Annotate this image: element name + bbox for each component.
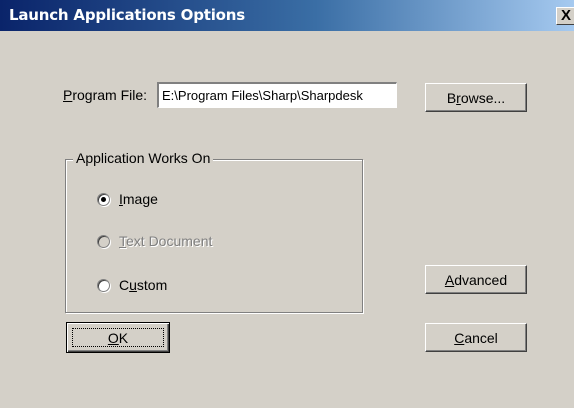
image-radio-label[interactable]: Image (119, 191, 158, 207)
text-document-radio-label: Text Document (119, 233, 213, 249)
application-works-on-group (65, 159, 363, 313)
focus-rectangle (72, 328, 164, 347)
close-button[interactable]: X (556, 7, 574, 25)
program-file-input[interactable] (159, 84, 396, 106)
cancel-button[interactable]: Cancel (425, 323, 527, 352)
program-file-field-frame[interactable] (157, 82, 397, 108)
dialog-title: Launch Applications Options (9, 6, 245, 24)
custom-radio[interactable] (97, 279, 110, 292)
title-bar[interactable]: Launch Applications Options (0, 0, 574, 31)
selected-dot-icon (101, 197, 106, 202)
program-file-label: Program File: (63, 87, 148, 103)
close-icon: X (560, 7, 571, 24)
browse-button[interactable]: Br owse... (425, 83, 527, 112)
launch-applications-options-dialog: Launch Applications Options X Program Fi… (0, 0, 574, 408)
advanced-button[interactable]: Advanced (425, 265, 527, 294)
image-radio[interactable] (97, 193, 110, 206)
group-title: Application Works On (73, 150, 214, 166)
custom-radio-label[interactable]: Custom (119, 277, 167, 293)
ok-button[interactable]: OK (66, 322, 170, 353)
text-document-radio (97, 235, 110, 248)
